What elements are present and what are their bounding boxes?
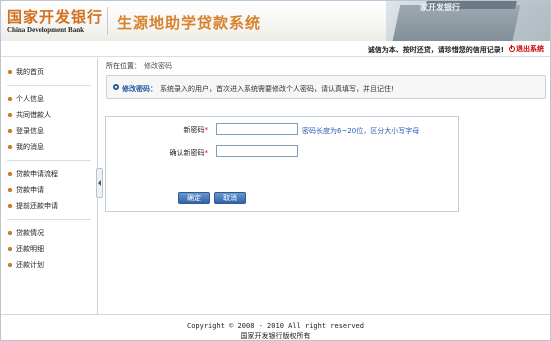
info-icon bbox=[113, 84, 119, 90]
new-password-label-text: 新密码 bbox=[183, 126, 205, 134]
sidebar-item-label: 我的首页 bbox=[16, 68, 44, 76]
sidebar-item-label: 个人信息 bbox=[16, 95, 44, 103]
confirm-password-label-text: 确认新密码 bbox=[169, 149, 205, 157]
breadcrumb-prefix: 所在位置： bbox=[106, 62, 141, 70]
bullet-icon bbox=[8, 231, 12, 235]
sidebar-item-label: 还款明细 bbox=[16, 245, 44, 253]
breadcrumb-current: 修改密码 bbox=[144, 62, 172, 70]
copyright-owner: 国家开发银行版权所有 bbox=[240, 332, 311, 340]
confirm-password-label: 确认新密码* bbox=[88, 148, 209, 158]
bank-logo-english: China Development Bank bbox=[7, 26, 85, 34]
sidebar-item-home[interactable]: 我的首页 bbox=[7, 64, 91, 80]
new-password-label: 新密码* bbox=[88, 125, 209, 135]
page-frame: 国家开发银行 China Development Bank 生源地助学贷款系统 … bbox=[0, 0, 551, 341]
confirm-password-input[interactable] bbox=[216, 145, 298, 157]
required-mark: * bbox=[204, 126, 209, 134]
bullet-icon bbox=[8, 97, 12, 101]
sidebar-item-loan-status[interactable]: 贷款情况 bbox=[7, 225, 91, 241]
header-banner: 国家开发银行 China Development Bank 生源地助学贷款系统 … bbox=[1, 1, 550, 41]
bullet-icon bbox=[8, 204, 12, 208]
building-sign: 家开发银行 bbox=[420, 2, 460, 12]
sidebar-item-label: 贷款申请流程 bbox=[16, 170, 58, 178]
power-icon bbox=[509, 45, 515, 52]
sidebar-item-early-repayment[interactable]: 提前还款申请 bbox=[7, 198, 91, 214]
bullet-icon bbox=[8, 113, 12, 117]
bullet-icon bbox=[8, 188, 12, 192]
sidebar-item-label: 共同借款人 bbox=[16, 111, 51, 119]
required-mark: * bbox=[204, 149, 209, 157]
bullet-icon bbox=[8, 145, 12, 149]
sidebar-item-application-process[interactable]: 贷款申请流程 bbox=[7, 166, 91, 182]
change-password-form: 新密码* 密码长度为6~20位，区分大小写字母 确认新密码* 确定 取消 bbox=[105, 116, 459, 212]
nav-group-home: 我的首页 bbox=[1, 64, 97, 80]
copyright-text: Copyright © 2008 - 2010 All right reserv… bbox=[186, 322, 364, 330]
sidebar-item-repayment-details[interactable]: 还款明细 bbox=[7, 241, 91, 257]
system-title: 生源地助学贷款系统 bbox=[117, 14, 262, 32]
sidebar: 我的首页 个人信息 共同借款人 登录信息 我的消息 贷款申请流程 贷款申请 提前… bbox=[1, 58, 98, 314]
sidebar-item-loan-application[interactable]: 贷款申请 bbox=[7, 182, 91, 198]
logout-label: 退出系统 bbox=[516, 45, 544, 53]
notice-label: 修改密码： bbox=[122, 85, 157, 93]
notice-box: 修改密码： 系统录入的用户，首次进入系统需要修改个人密码，请认真填写，并且记住! bbox=[106, 75, 546, 99]
sidebar-divider bbox=[7, 219, 91, 220]
sidebar-divider bbox=[7, 85, 91, 86]
sidebar-item-messages[interactable]: 我的消息 bbox=[7, 139, 91, 155]
chevron-left-icon bbox=[98, 180, 101, 186]
logout-link[interactable]: 退出系统 bbox=[509, 44, 544, 54]
bank-logo-chinese: 国家开发银行 bbox=[7, 8, 104, 26]
main-content: 所在位置： 修改密码 修改密码： 系统录入的用户，首次进入系统需要修改个人密码，请… bbox=[103, 58, 550, 314]
bullet-icon bbox=[8, 263, 12, 267]
sidebar-item-label: 贷款申请 bbox=[16, 186, 44, 194]
sidebar-item-label: 贷款情况 bbox=[16, 229, 44, 237]
nav-group-personal: 个人信息 共同借款人 登录信息 我的消息 bbox=[1, 91, 97, 155]
sidebar-item-co-borrower[interactable]: 共同借款人 bbox=[7, 107, 91, 123]
bullet-icon bbox=[8, 172, 12, 176]
sidebar-item-repayment-plan[interactable]: 还款计划 bbox=[7, 257, 91, 273]
sidebar-item-login-info[interactable]: 登录信息 bbox=[7, 123, 91, 139]
bullet-icon bbox=[8, 70, 12, 74]
sidebar-item-label: 登录信息 bbox=[16, 127, 44, 135]
password-hint: 密码长度为6~20位，区分大小写字母 bbox=[302, 127, 420, 135]
footer: Copyright © 2008 - 2010 All right reserv… bbox=[1, 314, 550, 340]
sidebar-item-label: 我的消息 bbox=[16, 143, 44, 151]
sidebar-item-label: 提前还款申请 bbox=[16, 202, 58, 210]
sidebar-collapse-toggle[interactable] bbox=[96, 168, 103, 198]
cancel-button[interactable]: 取消 bbox=[214, 192, 246, 204]
slogan-bar: 诚信为本、按时还贷，请珍惜您的信用记录! 退出系统 bbox=[1, 41, 550, 57]
confirm-button[interactable]: 确定 bbox=[178, 192, 210, 204]
breadcrumb: 所在位置： 修改密码 bbox=[106, 61, 172, 71]
header-divider bbox=[107, 7, 108, 35]
building-photo: 家开发银行 bbox=[386, 1, 550, 41]
notice-text: 系统录入的用户，首次进入系统需要修改个人密码，请认真填写，并且记住! bbox=[160, 85, 394, 93]
sidebar-item-personal-info[interactable]: 个人信息 bbox=[7, 91, 91, 107]
new-password-input[interactable] bbox=[216, 123, 298, 135]
nav-group-loan-application: 贷款申请流程 贷款申请 提前还款申请 bbox=[1, 166, 97, 214]
bullet-icon bbox=[8, 129, 12, 133]
sidebar-item-label: 还款计划 bbox=[16, 261, 44, 269]
sidebar-divider bbox=[7, 160, 91, 161]
bullet-icon bbox=[8, 247, 12, 251]
credit-slogan: 诚信为本、按时还贷，请珍惜您的信用记录! bbox=[367, 46, 504, 54]
nav-group-repayment: 贷款情况 还款明细 还款计划 bbox=[1, 225, 97, 273]
